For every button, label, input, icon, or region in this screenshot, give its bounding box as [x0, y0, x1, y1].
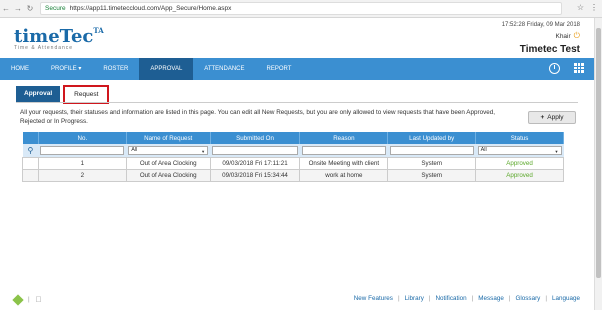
col-no[interactable]: No. [38, 132, 127, 144]
star-icon[interactable]: ☆ [577, 3, 584, 12]
cell-name: Out of Area Clocking [125, 168, 211, 182]
table-header-row: No. Name of Request Submitted On Reason … [22, 132, 564, 144]
secure-label: Secure [45, 5, 66, 12]
company-name: Timetec Test [519, 44, 580, 55]
filter-updated-input[interactable] [389, 145, 474, 155]
url-text: https://app11.timeteccloud.com/App_Secur… [69, 5, 232, 12]
search-icon: ⚲ [27, 145, 34, 155]
scrollbar-thumb[interactable] [596, 28, 601, 278]
cell-updated: System [387, 156, 477, 170]
col-reason[interactable]: Reason [299, 132, 389, 144]
menu-profile[interactable]: PROFILE ▾ [40, 58, 92, 80]
apply-label: Apply [547, 114, 564, 121]
cell-status: Approved [475, 168, 564, 182]
link-new-features[interactable]: New Features [354, 295, 393, 302]
browser-address-bar: ← → ↻ Secure https://app11.timeteccloud.… [0, 0, 602, 18]
table-row[interactable]: 2 Out of Area Clocking 09/03/2018 Fri 15… [22, 168, 564, 182]
user-name[interactable]: Khair [555, 33, 570, 40]
menu-attendance[interactable]: ATTENDANCE [193, 58, 255, 80]
power-icon[interactable]: ⏻ [574, 31, 580, 40]
menu-approval[interactable]: APPROVAL [139, 58, 194, 80]
menu-report[interactable]: REPORT [256, 58, 303, 80]
filter-status-select[interactable]: All [477, 145, 562, 155]
main-menu: HOME PROFILE ▾ ROSTER APPROVAL ATTENDANC… [0, 58, 594, 80]
cell-no: 1 [37, 156, 127, 170]
link-library[interactable]: Library [405, 295, 424, 302]
tab-approval[interactable]: Approval [16, 86, 61, 102]
cell-reason: work at home [299, 168, 389, 182]
back-icon[interactable]: ← [0, 4, 12, 13]
col-updated[interactable]: Last Updated by [387, 132, 477, 144]
app-header: timeTecTA Time & Attendance 17:52:28 Fri… [0, 18, 602, 58]
scrollbar[interactable] [594, 18, 602, 310]
cell-status: Approved [475, 156, 564, 170]
filter-row: ⚲ All All [22, 144, 564, 157]
plus-icon: + [540, 114, 545, 121]
col-name[interactable]: Name of Request [126, 132, 211, 144]
col-submitted[interactable]: Submitted On [210, 132, 301, 144]
table-row[interactable]: 1 Out of Area Clocking 09/03/2018 Fri 17… [22, 156, 564, 170]
col-status[interactable]: Status [475, 132, 564, 144]
apps-grid-icon[interactable] [574, 63, 584, 73]
cell-submitted: 09/03/2018 Fri 17:11:21 [209, 156, 301, 170]
cell-name: Out of Area Clocking [125, 156, 211, 170]
cell-updated: System [387, 168, 477, 182]
datetime: 17:52:28 Friday, 09 Mar 2018 [501, 22, 580, 28]
forward-icon[interactable]: → [12, 4, 24, 13]
link-language[interactable]: Language [552, 295, 580, 302]
logo[interactable]: timeTecTA Time & Attendance [14, 26, 104, 51]
menu-home[interactable]: HOME [0, 58, 40, 80]
link-message[interactable]: Message [478, 295, 504, 302]
android-icon[interactable] [12, 293, 24, 306]
link-notification[interactable]: Notification [435, 295, 466, 302]
cell-submitted: 09/03/2018 Fri 15:34:44 [209, 168, 301, 182]
logo-sup: TA [93, 26, 104, 35]
apply-button[interactable]: + Apply [528, 111, 576, 124]
dashboard-icon[interactable] [549, 63, 560, 74]
tab-divider [16, 102, 578, 103]
menu-roster[interactable]: ROSTER [92, 58, 139, 80]
filter-name-select[interactable]: All [128, 145, 209, 155]
cell-no: 2 [37, 168, 127, 182]
filter-no-input[interactable] [40, 145, 125, 155]
link-glossary[interactable]: Glossary [515, 295, 540, 302]
reload-icon[interactable]: ↻ [24, 4, 36, 13]
filter-reason-input[interactable] [301, 145, 386, 155]
requests-table: No. Name of Request Submitted On Reason … [22, 132, 564, 182]
url-field[interactable]: Secure https://app11.timeteccloud.com/Ap… [40, 2, 562, 15]
page-description: All your requests, their statuses and in… [20, 109, 495, 125]
menu-dots-icon[interactable]: ⋮ [590, 3, 598, 12]
logo-text: timeTec [14, 26, 94, 47]
apple-icon[interactable]:  [36, 295, 42, 304]
filter-submitted-input[interactable] [212, 145, 298, 155]
cell-reason: Onsite Meeting with client [299, 156, 389, 170]
footer: |  New Features| Library| Notification|… [0, 292, 594, 308]
